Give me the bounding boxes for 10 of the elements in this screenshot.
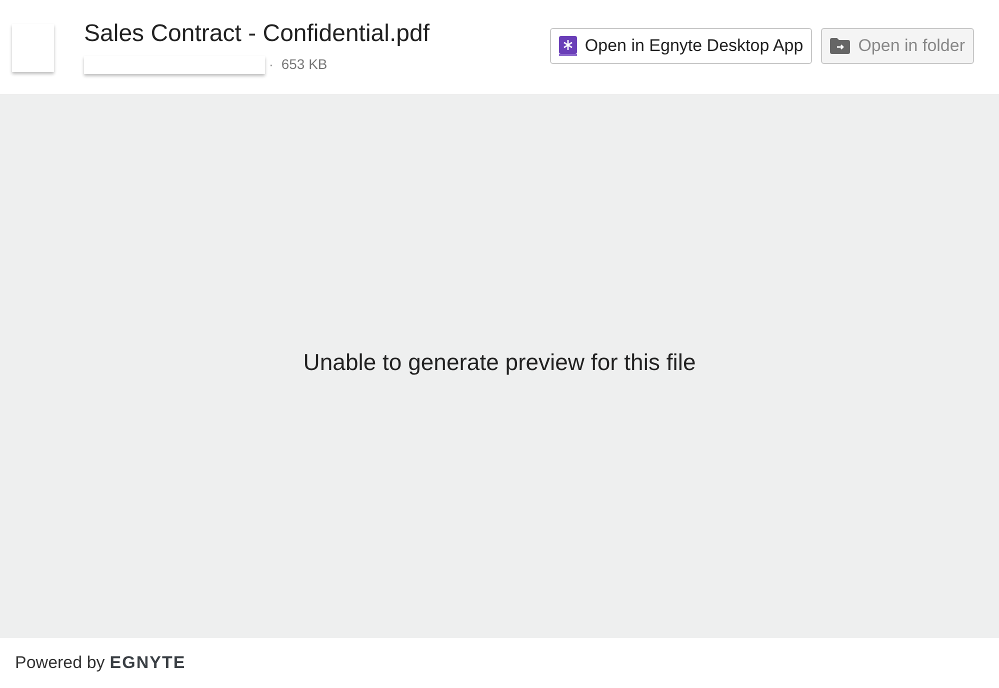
egnyte-logo: EGNYTE — [110, 652, 186, 674]
separator: · — [269, 56, 274, 74]
folder-icon — [830, 38, 850, 54]
file-name: Sales Contract - Confidential.pdf — [84, 19, 430, 49]
open-in-app-button[interactable]: Open in Egnyte Desktop App — [550, 28, 812, 64]
file-size: 653 KB — [281, 55, 328, 74]
powered-by-text: Powered by — [15, 652, 105, 674]
app-icon — [558, 36, 577, 56]
preview-message: Unable to generate preview for this file — [303, 348, 696, 378]
file-thumbnail — [12, 24, 54, 72]
